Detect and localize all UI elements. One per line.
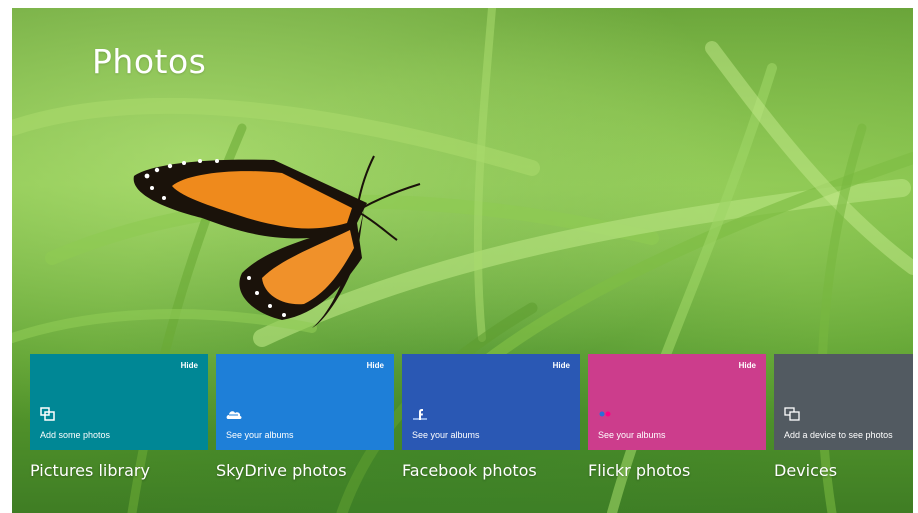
tile-label-facebook: Facebook photos (402, 461, 537, 480)
facebook-photos-tile[interactable]: Hide See your albums (402, 354, 580, 450)
photos-app-window: Photos Hide Add some photos Pictures lib… (12, 8, 913, 513)
pictures-library-icon (40, 407, 55, 421)
page-title: Photos (92, 42, 207, 81)
tile-description: See your albums (412, 430, 480, 440)
skydrive-cloud-icon (226, 411, 242, 419)
tile-description: Add some photos (40, 430, 111, 440)
tile-label-skydrive: SkyDrive photos (216, 461, 347, 480)
hide-button[interactable]: Hide (181, 361, 198, 370)
skydrive-photos-tile[interactable]: Hide See your albums (216, 354, 394, 450)
tile-description: See your albums (226, 430, 294, 440)
hide-button[interactable]: Hide (739, 361, 756, 370)
flickr-photos-tile[interactable]: Hide See your albums (588, 354, 766, 450)
tile-label-devices: Devices (774, 461, 838, 480)
tile-description: See your albums (598, 430, 666, 440)
flickr-icon (599, 411, 611, 417)
hide-button[interactable]: Hide (367, 361, 384, 370)
tile-description: Add a device to see photos (784, 430, 893, 440)
tile-label-flickr: Flickr photos (588, 461, 691, 480)
facebook-icon (413, 409, 427, 420)
devices-tile[interactable]: Add a device to see photos (774, 354, 913, 450)
tile-label-pictures-library: Pictures library (30, 461, 150, 480)
hide-button[interactable]: Hide (553, 361, 570, 370)
pictures-library-tile[interactable]: Hide Add some photos (30, 354, 208, 450)
devices-icon (784, 407, 800, 421)
